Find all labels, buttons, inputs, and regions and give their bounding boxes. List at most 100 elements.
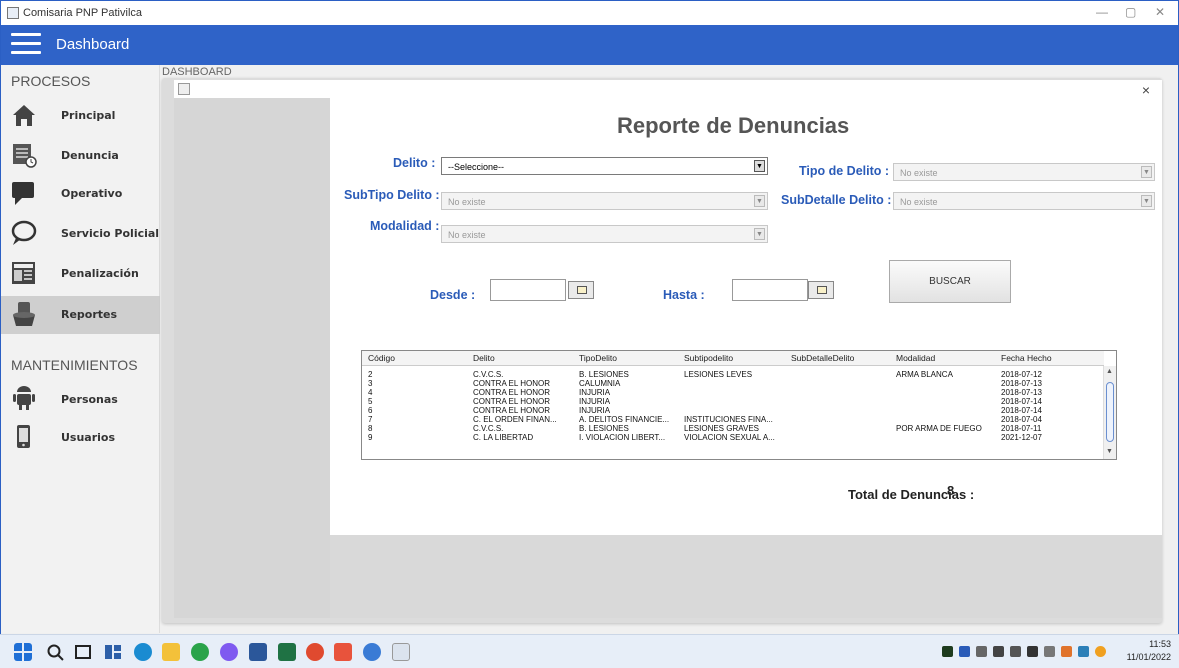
table-row[interactable]: 6 CONTRA EL HONOR INJURIA 2018-07-14	[362, 406, 1104, 415]
scroll-up-icon[interactable]: ▲	[1106, 368, 1113, 375]
table-row[interactable]: 2 C.V.C.S. B. LESIONES LESIONES LEVES AR…	[362, 370, 1104, 379]
whatsapp-icon[interactable]	[191, 643, 209, 661]
column-header[interactable]: Código	[368, 353, 395, 363]
sidebar-item-penalizacion[interactable]: Penalización	[1, 255, 160, 293]
cell: CONTRA EL HONOR	[473, 406, 551, 415]
minimize-button[interactable]: —	[1096, 5, 1108, 19]
column-header[interactable]: Subtipodelito	[684, 353, 733, 363]
scroll-down-icon[interactable]: ▼	[1106, 448, 1113, 455]
volume-icon[interactable]	[976, 646, 987, 657]
sidebar-item-operativo[interactable]: Operativo	[1, 175, 160, 213]
table-row[interactable]: 5 CONTRA EL HONOR INJURIA 2018-07-14	[362, 397, 1104, 406]
cell: I. VIOLACION LIBERT...	[579, 433, 666, 442]
modalidad-select[interactable]: No existe ▼	[441, 225, 768, 243]
device-icon	[17, 425, 30, 448]
excel-icon[interactable]	[278, 643, 296, 661]
delito-select-value: --Seleccione--	[448, 162, 505, 172]
desde-date-input[interactable]	[490, 279, 566, 301]
edge-icon[interactable]	[134, 643, 152, 661]
column-header[interactable]: Delito	[473, 353, 495, 363]
cell: B. LESIONES	[579, 424, 629, 433]
dashboard-header: Dashboard	[1, 25, 1178, 65]
chevron-down-icon: ▼	[754, 160, 765, 172]
java-app-icon[interactable]	[392, 643, 410, 661]
sidebar-item-label: Reportes	[61, 308, 118, 321]
cell: 5	[368, 397, 373, 406]
clock-time: 11:53	[1149, 639, 1171, 649]
delito-select[interactable]: --Seleccione-- ▼	[441, 157, 768, 175]
buscar-button[interactable]: BUSCAR	[889, 260, 1011, 303]
cell: CONTRA EL HONOR	[473, 388, 551, 397]
denuncias-table[interactable]: Código Delito TipoDelito Subtipodelito S…	[361, 350, 1117, 460]
desde-label: Desde :	[430, 288, 476, 302]
table-row[interactable]: 7 C. EL ORDEN FINAN... A. DELITOS FINANC…	[362, 415, 1104, 424]
network-icon[interactable]	[993, 646, 1004, 657]
sidebar-item-principal[interactable]: Principal	[1, 97, 160, 135]
cell: C. EL ORDEN FINAN...	[473, 415, 557, 424]
app-icon[interactable]	[334, 643, 352, 661]
tray-icon[interactable]	[1010, 646, 1021, 657]
cell: 2018-07-11	[1001, 424, 1042, 433]
subdetalle-delito-select[interactable]: No existe ▼	[893, 192, 1155, 210]
tray-icon[interactable]	[1078, 646, 1089, 657]
tray-icon[interactable]	[959, 646, 970, 657]
tipo-delito-select-value: No existe	[900, 168, 938, 178]
widgets-icon[interactable]	[104, 643, 122, 661]
table-row[interactable]: 4 CONTRA EL HONOR INJURIA 2018-07-13	[362, 388, 1104, 397]
tipo-delito-select[interactable]: No existe ▼	[893, 163, 1155, 181]
delito-label: Delito :	[393, 156, 436, 170]
table-row[interactable]: 3 CONTRA EL HONOR CALUMNIA 2018-07-13	[362, 379, 1104, 388]
tipo-delito-label: Tipo de Delito :	[799, 164, 890, 178]
cell: POR ARMA DE FUEGO	[896, 424, 982, 433]
hasta-date-input[interactable]	[732, 279, 808, 301]
tray-icon[interactable]	[1095, 646, 1106, 657]
cell: CALUMNIA	[579, 379, 621, 388]
search-icon[interactable]	[46, 643, 64, 661]
windows-start-icon[interactable]	[14, 643, 32, 661]
tray-icon[interactable]	[1061, 646, 1072, 657]
sidebar-item-denuncia[interactable]: Denuncia	[1, 137, 160, 175]
hasta-calendar-button[interactable]	[808, 281, 834, 299]
column-header[interactable]: Modalidad	[896, 353, 935, 363]
calendar-icon	[577, 286, 587, 294]
table-row[interactable]: 9 C. LA LIBERTAD I. VIOLACION LIBERT... …	[362, 433, 1104, 442]
chrome-icon[interactable]	[306, 643, 324, 661]
table-row[interactable]: 8 C.V.C.S. B. LESIONES LESIONES GRAVES P…	[362, 424, 1104, 433]
tray-icon[interactable]	[1027, 646, 1038, 657]
file-explorer-icon[interactable]	[162, 643, 180, 661]
close-frame-button[interactable]: ×	[1142, 82, 1150, 98]
column-header[interactable]: Fecha Hecho	[1001, 353, 1052, 363]
sidebar-item-usuarios[interactable]: Usuarios	[1, 419, 160, 457]
cell: 2021-12-07	[1001, 433, 1042, 442]
cell: 7	[368, 415, 373, 424]
subtipo-delito-select[interactable]: No existe ▼	[441, 192, 768, 210]
section-procesos: PROCESOS	[11, 73, 91, 89]
menu-icon[interactable]	[11, 33, 41, 57]
desde-calendar-button[interactable]	[568, 281, 594, 299]
sidebar-item-personas[interactable]: Personas	[1, 381, 160, 419]
column-header[interactable]: SubDetalleDelito	[791, 353, 854, 363]
scroll-thumb[interactable]	[1106, 382, 1114, 442]
cell: 2018-07-13	[1001, 379, 1042, 388]
cell: ARMA BLANCA	[896, 370, 953, 379]
maximize-button[interactable]: ▢	[1125, 5, 1136, 19]
sidebar-item-servicio-policial[interactable]: Servicio Policial	[1, 215, 160, 253]
word-icon[interactable]	[249, 643, 267, 661]
cell: C.V.C.S.	[473, 370, 504, 379]
app-icon[interactable]	[363, 643, 381, 661]
cell: INJURIA	[579, 406, 611, 415]
sidebar-item-reportes[interactable]: Reportes	[1, 296, 160, 334]
close-button[interactable]: ✕	[1155, 5, 1165, 19]
tray-icon[interactable]	[1044, 646, 1055, 657]
document-clock-icon	[13, 144, 37, 168]
cell: 9	[368, 433, 373, 442]
cell: INSTITUCIONES FINA...	[684, 415, 773, 424]
clock[interactable]: 11:53 11/01/2022	[1127, 638, 1171, 664]
task-view-icon[interactable]	[74, 643, 92, 661]
table-scrollbar[interactable]: ▲ ▼	[1103, 366, 1116, 459]
clock-date: 11/01/2022	[1126, 652, 1171, 662]
tray-icon[interactable]	[942, 646, 953, 657]
messenger-icon[interactable]	[220, 643, 238, 661]
column-header[interactable]: TipoDelito	[579, 353, 617, 363]
sidebar: PROCESOS Principal Denuncia Operativo Se…	[1, 65, 160, 633]
